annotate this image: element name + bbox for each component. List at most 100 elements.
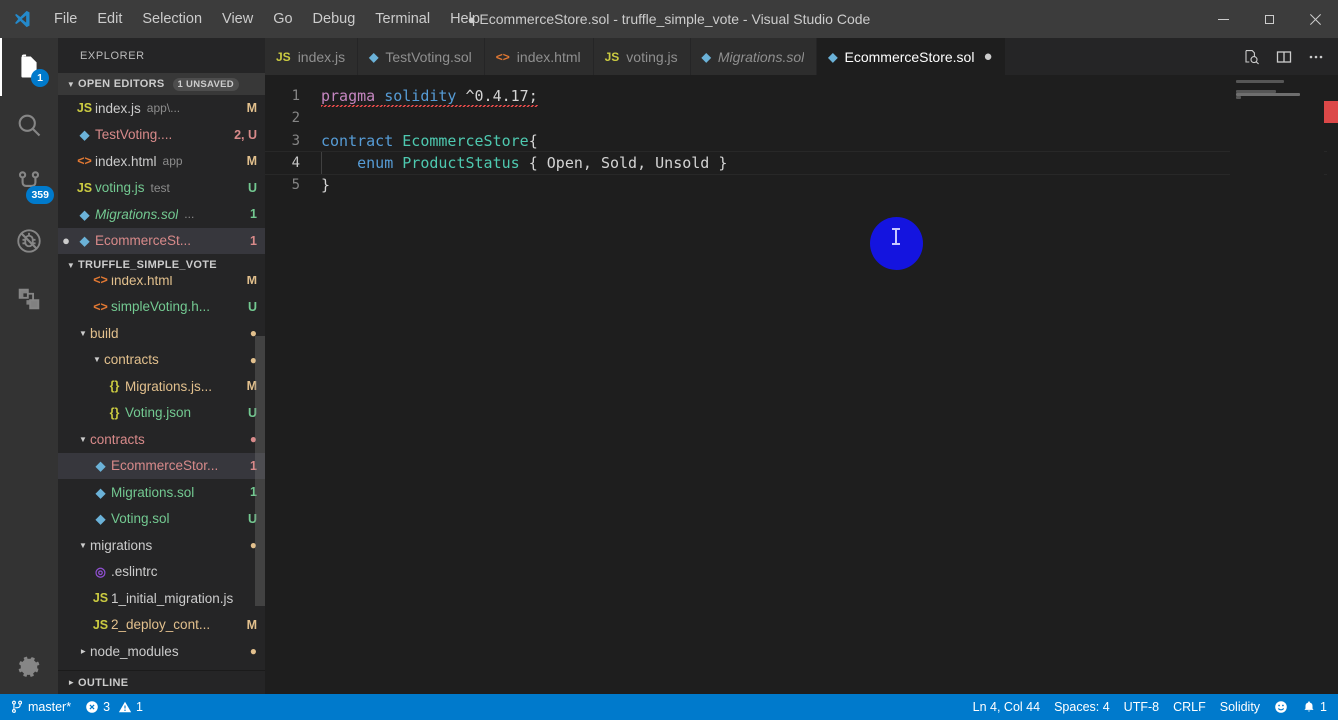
menu-edit[interactable]: Edit <box>87 0 132 38</box>
js-file-icon: JS <box>76 101 93 116</box>
tree-row-voting-sol[interactable]: ◆ Voting.sol U <box>58 506 265 533</box>
token-identifier: solidity <box>384 87 457 107</box>
sidebar-scrollbar[interactable] <box>255 336 265 606</box>
code-line: 3 contract EcommerceStore{ <box>265 130 1338 152</box>
tree-row-ecommercestore-sol[interactable]: ◆ EcommerceStor... 1 <box>58 452 265 479</box>
tab-label: index.js <box>297 48 346 65</box>
smiley-icon <box>1275 701 1287 713</box>
section-open-editors[interactable]: ▼ OPEN EDITORS 1 UNSAVED <box>58 73 265 95</box>
tab-ecommercestore-sol[interactable]: ◆ EcommerceStore.sol ● <box>817 38 1006 75</box>
tab-voting-js[interactable]: JS voting.js <box>593 38 691 75</box>
activitybar-item-debug[interactable] <box>0 212 58 270</box>
tab-migrations-sol[interactable]: ◆ Migrations.sol <box>690 38 818 75</box>
open-editor-name: index.js <box>95 100 141 116</box>
split-editor-icon[interactable] <box>1268 39 1300 74</box>
chevron-down-icon: ▼ <box>79 328 87 338</box>
tree-row-label: Voting.json <box>125 405 192 421</box>
code-line: 5 } <box>265 174 1338 196</box>
menu-debug[interactable]: Debug <box>303 0 366 38</box>
js-file-icon: JS <box>92 591 109 606</box>
editor-content[interactable]: 1 pragma solidity ^0.4.17; 2 3 contract … <box>265 75 1338 694</box>
open-editor-row[interactable]: <> index.html app M <box>58 148 265 175</box>
error-overview-marker[interactable] <box>1324 101 1338 123</box>
open-changes-icon[interactable] <box>1236 39 1268 74</box>
tab-index-html[interactable]: <> index.html <box>484 38 594 75</box>
tree-row-folder-migrations[interactable]: ▼ migrations ● <box>58 532 265 559</box>
menu-go[interactable]: Go <box>263 0 302 38</box>
status-feedback[interactable] <box>1267 694 1295 720</box>
close-button[interactable] <box>1292 0 1338 38</box>
file-tree-scroll[interactable]: <> index.html M <> simpleVoting.h... U ▼… <box>58 276 265 670</box>
open-editor-name: TestVoting.... <box>95 127 173 143</box>
error-count: 3 <box>103 700 111 714</box>
tree-row-folder-node-modules[interactable]: ▼ node_modules ● <box>58 638 265 665</box>
line-number: 4 <box>291 154 300 171</box>
tree-row-folder-build[interactable]: ▼ build ● <box>58 320 265 347</box>
tab-index-js[interactable]: JS index.js <box>265 38 359 75</box>
tree-row-migrations-json[interactable]: {} Migrations.js... M <box>58 373 265 400</box>
activitybar-item-source-control[interactable]: 359 <box>0 154 58 212</box>
js-file-icon: JS <box>276 49 291 64</box>
open-editor-row[interactable]: ◆ Migrations.sol ... 1 <box>58 201 265 228</box>
dirty-dot-icon[interactable]: ● <box>58 233 74 248</box>
status-encoding[interactable]: UTF-8 <box>1117 694 1166 720</box>
tab-label: EcommerceStore.sol <box>844 48 975 65</box>
status-notifications[interactable]: 1 <box>1295 694 1334 720</box>
window-controls <box>1200 0 1338 38</box>
section-workspace[interactable]: ▼ TRUFFLE_SIMPLE_VOTE <box>58 254 265 276</box>
status-eol[interactable]: CRLF <box>1166 694 1213 720</box>
workbench-body: 1 359 EXPLORER ▼ OPEN EDITORS 1 UNSAVED … <box>0 38 1338 694</box>
open-editor-status: 1 <box>250 207 257 222</box>
token-version: ^0.4.17; <box>456 87 538 107</box>
status-language-mode[interactable]: Solidity <box>1213 694 1267 720</box>
activitybar-item-manage-gear[interactable] <box>0 640 58 694</box>
open-editor-row[interactable]: JS voting.js test U <box>58 175 265 202</box>
status-indentation[interactable]: Spaces: 4 <box>1047 694 1117 720</box>
activitybar-item-extensions[interactable] <box>0 270 58 328</box>
tree-row-folder-build-contracts[interactable]: ▼ contracts ● <box>58 347 265 374</box>
activitybar-item-search[interactable] <box>0 96 58 154</box>
tab-testvoting-sol[interactable]: ◆ TestVoting.sol <box>358 38 485 75</box>
code-lines[interactable]: 1 pragma solidity ^0.4.17; 2 3 contract … <box>265 75 1338 694</box>
chevron-right-icon: ▼ <box>78 647 88 656</box>
line-number: 1 <box>291 88 300 104</box>
tree-row-label: simpleVoting.h... <box>111 299 211 315</box>
menu-terminal[interactable]: Terminal <box>365 0 440 38</box>
tree-row-voting-json[interactable]: {} Voting.json U <box>58 400 265 427</box>
section-outline[interactable]: ▼ OUTLINE <box>58 670 265 694</box>
explorer-badge: 1 <box>31 69 49 87</box>
open-editor-row[interactable]: ◆ TestVoting.... 2, U <box>58 122 265 149</box>
open-editor-row-active[interactable]: ● ◆ EcommerceSt... 1 <box>58 227 265 254</box>
tree-row-eslintrc[interactable]: ◎ .eslintrc <box>58 559 265 586</box>
activitybar-item-explorer[interactable]: 1 <box>0 38 58 96</box>
tree-row-2-deploy-contracts-js[interactable]: JS 2_deploy_cont... M <box>58 612 265 639</box>
tab-label: TestVoting.sol <box>385 48 472 65</box>
status-problems[interactable]: 3 1 <box>78 694 150 720</box>
menu-file[interactable]: File <box>44 0 87 38</box>
tree-row-status: ● <box>249 644 257 659</box>
minimize-button[interactable] <box>1200 0 1246 38</box>
tree-row-migrations-sol[interactable]: ◆ Migrations.sol 1 <box>58 479 265 506</box>
tree-row-1-initial-migration-js[interactable]: JS 1_initial_migration.js <box>58 585 265 612</box>
tree-row-label: node_modules <box>90 643 179 659</box>
editor-scrollbar[interactable] <box>1324 75 1338 694</box>
solidity-file-icon: ◆ <box>701 49 711 64</box>
indent-guide <box>321 150 322 176</box>
menu-help[interactable]: Help <box>440 0 490 38</box>
tree-row-index-html[interactable]: <> index.html M <box>58 276 265 294</box>
menu-selection[interactable]: Selection <box>132 0 212 38</box>
maximize-button[interactable] <box>1246 0 1292 38</box>
solidity-file-icon: ◆ <box>79 207 90 222</box>
status-branch[interactable]: master* <box>3 694 78 720</box>
tree-row-simplevoting-html[interactable]: <> simpleVoting.h... U <box>58 294 265 321</box>
open-editor-row[interactable]: JS index.js app\... M <box>58 95 265 122</box>
tree-row-folder-contracts[interactable]: ▼ contracts ● <box>58 426 265 453</box>
tree-row-label: Voting.sol <box>111 511 170 527</box>
line-text: enum ProductStatus { Open, Sold, Unsold … <box>265 150 1329 176</box>
editor-group: JS index.js ◆ TestVoting.sol <> index.ht… <box>265 38 1338 694</box>
menu-view[interactable]: View <box>212 0 263 38</box>
editor-minimap[interactable] <box>1230 75 1324 694</box>
solidity-file-icon: ◆ <box>95 485 106 500</box>
ellipsis-icon[interactable] <box>1300 39 1332 74</box>
status-cursor-position[interactable]: Ln 4, Col 44 <box>966 694 1047 720</box>
